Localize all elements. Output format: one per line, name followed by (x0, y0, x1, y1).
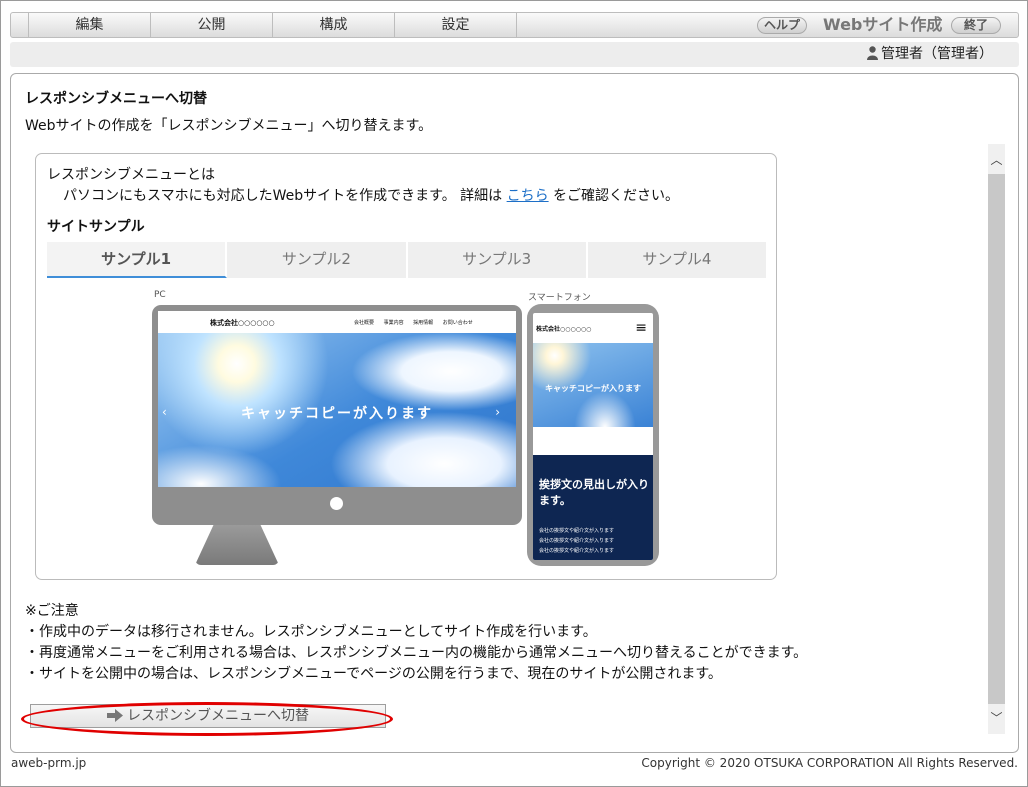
note-item: ・サイトを公開中の場合は、レスポンシブメニューでページの公開を行うまで、現在のサ… (25, 666, 722, 682)
pc-preview-screen: 株式会社○○○○○○ 会社概要 事業内容 採用情報 お問い合わせ キャッチコピー… (158, 311, 516, 487)
sp-greeting-section: 挨拶文の見出しが入ります。 会社の挨拶文や紹介文が入ります 会社の挨拶文や紹介文… (533, 455, 653, 560)
top-menubar: 編集 公開 構成 設定 ヘルプ Webサイト作成 終了 (10, 12, 1019, 38)
smartphone-screen: 株式会社○○○○○○ ≡ キャッチコピーが入ります 挨拶文の見出しが入ります。 … (533, 313, 653, 560)
sp-greeting-line: 会社の挨拶文や紹介文が入ります (539, 528, 615, 534)
scroll-up-icon[interactable]: ︿ (988, 150, 1005, 170)
scroll-down-icon[interactable]: ﹀ (988, 708, 1005, 728)
menu-edit[interactable]: 編集 (28, 13, 151, 37)
smartphone-preview: 株式会社○○○○○○ ≡ キャッチコピーが入ります 挨拶文の見出しが入ります。 … (527, 304, 659, 566)
footer-domain: aweb-prm.jp (11, 756, 87, 770)
menu-publish[interactable]: 公開 (151, 13, 273, 37)
pc-site-logo: 株式会社○○○○○○ (210, 319, 275, 327)
hamburger-menu-icon: ≡ (635, 320, 647, 336)
scroll-thumb[interactable] (988, 174, 1005, 704)
sp-greeting-heading: 挨拶文の見出しが入ります。 (539, 478, 649, 507)
notes-title: ※ご注意 (25, 603, 79, 619)
note-item: ・再度通常メニューをご利用される場合は、レスポンシブメニュー内の機能から通常メニ… (25, 645, 808, 661)
main-panel: レスポンシブメニューへ切替 Webサイトの作成を「レスポンシブメニュー」へ切り替… (10, 73, 1019, 753)
pc-site-header: 株式会社○○○○○○ 会社概要 事業内容 採用情報 お問い合わせ (158, 311, 516, 333)
monitor-power-dot (330, 497, 343, 510)
pc-hero-image: キャッチコピーが入ります ‹ › (158, 333, 516, 487)
chevron-right-icon: › (495, 405, 500, 419)
info-detail: パソコンにもスマホにも対応したWebサイトを作成できます。 詳細は こちら をご… (63, 185, 679, 205)
note-item: ・作成中のデータは移行されません。レスポンシブメニューとしてサイト作成を行います… (25, 624, 597, 640)
tab-sample-1[interactable]: サンプル1 (47, 242, 228, 278)
current-user: 管理者（管理者） (867, 42, 993, 67)
info-box: レスポンシブメニューとは パソコンにもスマホにも対応したWebサイトを作成できま… (35, 153, 777, 580)
sp-greeting-line: 会社の挨拶文や紹介文が入ります (539, 548, 615, 554)
chevron-left-icon: ‹ (162, 405, 167, 419)
info-detail-suffix: をご確認ください。 (548, 188, 680, 204)
user-icon (867, 46, 878, 60)
page-description: Webサイトの作成を「レスポンシブメニュー」へ切り替えます。 (25, 118, 433, 134)
switch-responsive-label: レスポンシブメニューへ切替 (127, 708, 309, 724)
smartphone-label: スマートフォン (528, 293, 591, 303)
tab-sample-3[interactable]: サンプル3 (407, 242, 588, 278)
vertical-scrollbar[interactable]: ︿ ﹀ (988, 144, 1005, 734)
details-link[interactable]: こちら (507, 188, 549, 204)
sp-hero-image: キャッチコピーが入ります (533, 343, 653, 427)
pc-site-nav: 会社概要 事業内容 採用情報 お問い合わせ (354, 320, 473, 326)
help-button[interactable]: ヘルプ (757, 17, 807, 34)
exit-button[interactable]: 終了 (951, 17, 1001, 34)
footer-copyright: Copyright © 2020 OTSUKA CORPORATION All … (641, 756, 1018, 770)
menu-settings[interactable]: 設定 (395, 13, 517, 37)
pc-preview-monitor: 株式会社○○○○○○ 会社概要 事業内容 採用情報 お問い合わせ キャッチコピー… (152, 305, 522, 525)
sample-heading: サイトサンプル (47, 219, 145, 235)
page-title: レスポンシブメニューへ切替 (25, 91, 207, 107)
pc-catch-copy: キャッチコピーが入ります (241, 406, 433, 422)
switch-responsive-button[interactable]: レスポンシブメニューへ切替 (30, 704, 386, 728)
info-title: レスポンシブメニューとは (47, 167, 215, 183)
user-bar: 管理者（管理者） (10, 42, 1019, 67)
tab-sample-4[interactable]: サンプル4 (587, 242, 766, 278)
info-detail-prefix: パソコンにもスマホにも対応したWebサイトを作成できます。 詳細は (63, 188, 507, 204)
monitor-stand (195, 525, 279, 565)
app-title: Webサイト作成 (823, 15, 943, 34)
sp-greeting-line: 会社の挨拶文や紹介文が入ります (539, 538, 615, 544)
sp-site-logo: 株式会社○○○○○○ (536, 326, 592, 333)
menu-structure[interactable]: 構成 (273, 13, 395, 37)
arrow-right-icon (107, 709, 123, 722)
pc-label: PC (154, 290, 166, 300)
user-name: 管理者（管理者） (881, 46, 993, 62)
tab-sample-2[interactable]: サンプル2 (227, 242, 408, 278)
sp-catch-copy: キャッチコピーが入ります (545, 384, 641, 393)
sample-tabs: サンプル1 サンプル2 サンプル3 サンプル4 (47, 242, 766, 278)
